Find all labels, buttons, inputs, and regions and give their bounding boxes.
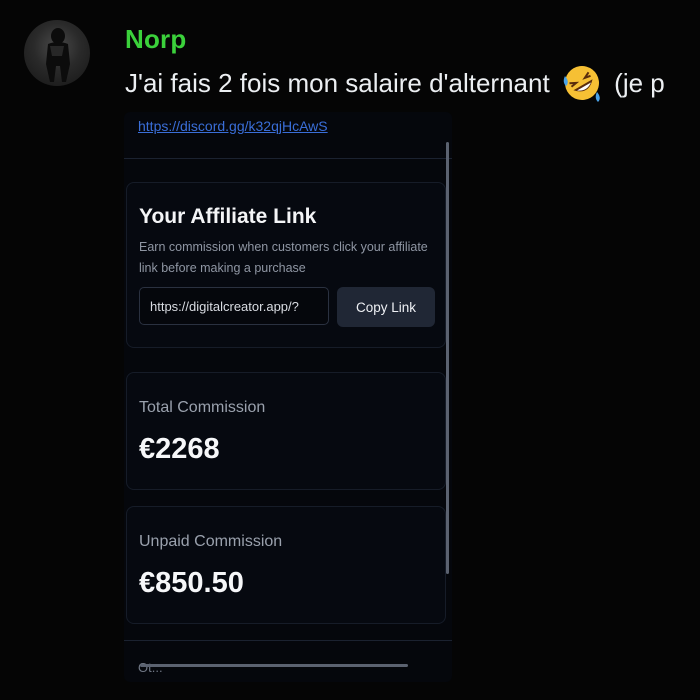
unpaid-commission-label: Unpaid Commission: [139, 533, 283, 550]
message-text-part-2: (je p: [614, 68, 665, 98]
message-text: J'ai fais 2 fois mon salaire d'alternant…: [125, 62, 665, 104]
discord-invite-link[interactable]: https://discord.gg/k32qjHcAwS: [138, 118, 328, 134]
total-commission-label: Total Commission: [139, 399, 266, 416]
rolling-on-floor-laughing-emoji-icon[interactable]: [561, 62, 603, 104]
image-attachment[interactable]: https://discord.gg/k32qjHcAwS Your Affil…: [124, 112, 452, 682]
message-text-part-1: J'ai fais 2 fois mon salaire d'alternant: [125, 68, 550, 98]
avatar-figure-icon: [46, 28, 70, 82]
avatar[interactable]: [24, 20, 90, 86]
message-username[interactable]: Norp: [125, 24, 186, 55]
total-commission-card: Total Commission €2268: [126, 372, 446, 490]
divider: [124, 158, 452, 159]
affiliate-card-title: Your Affiliate Link: [139, 205, 317, 228]
affiliate-card-description: Earn commission when customers click you…: [139, 240, 428, 275]
discord-message: Norp J'ai fais 2 fois mon salaire d'alte…: [0, 0, 700, 700]
copy-link-button[interactable]: Copy Link: [337, 287, 435, 327]
vertical-scrollbar[interactable]: [446, 142, 449, 574]
partial-card-label: Ot...: [138, 660, 163, 675]
affiliate-link-card: Your Affiliate Link Earn commission when…: [126, 182, 446, 348]
horizontal-scrollbar[interactable]: [140, 664, 408, 667]
total-commission-value: €2268: [139, 433, 220, 465]
divider: [124, 640, 452, 641]
unpaid-commission-card: Unpaid Commission €850.50: [126, 506, 446, 624]
unpaid-commission-value: €850.50: [139, 567, 244, 599]
affiliate-link-input[interactable]: [139, 287, 329, 325]
